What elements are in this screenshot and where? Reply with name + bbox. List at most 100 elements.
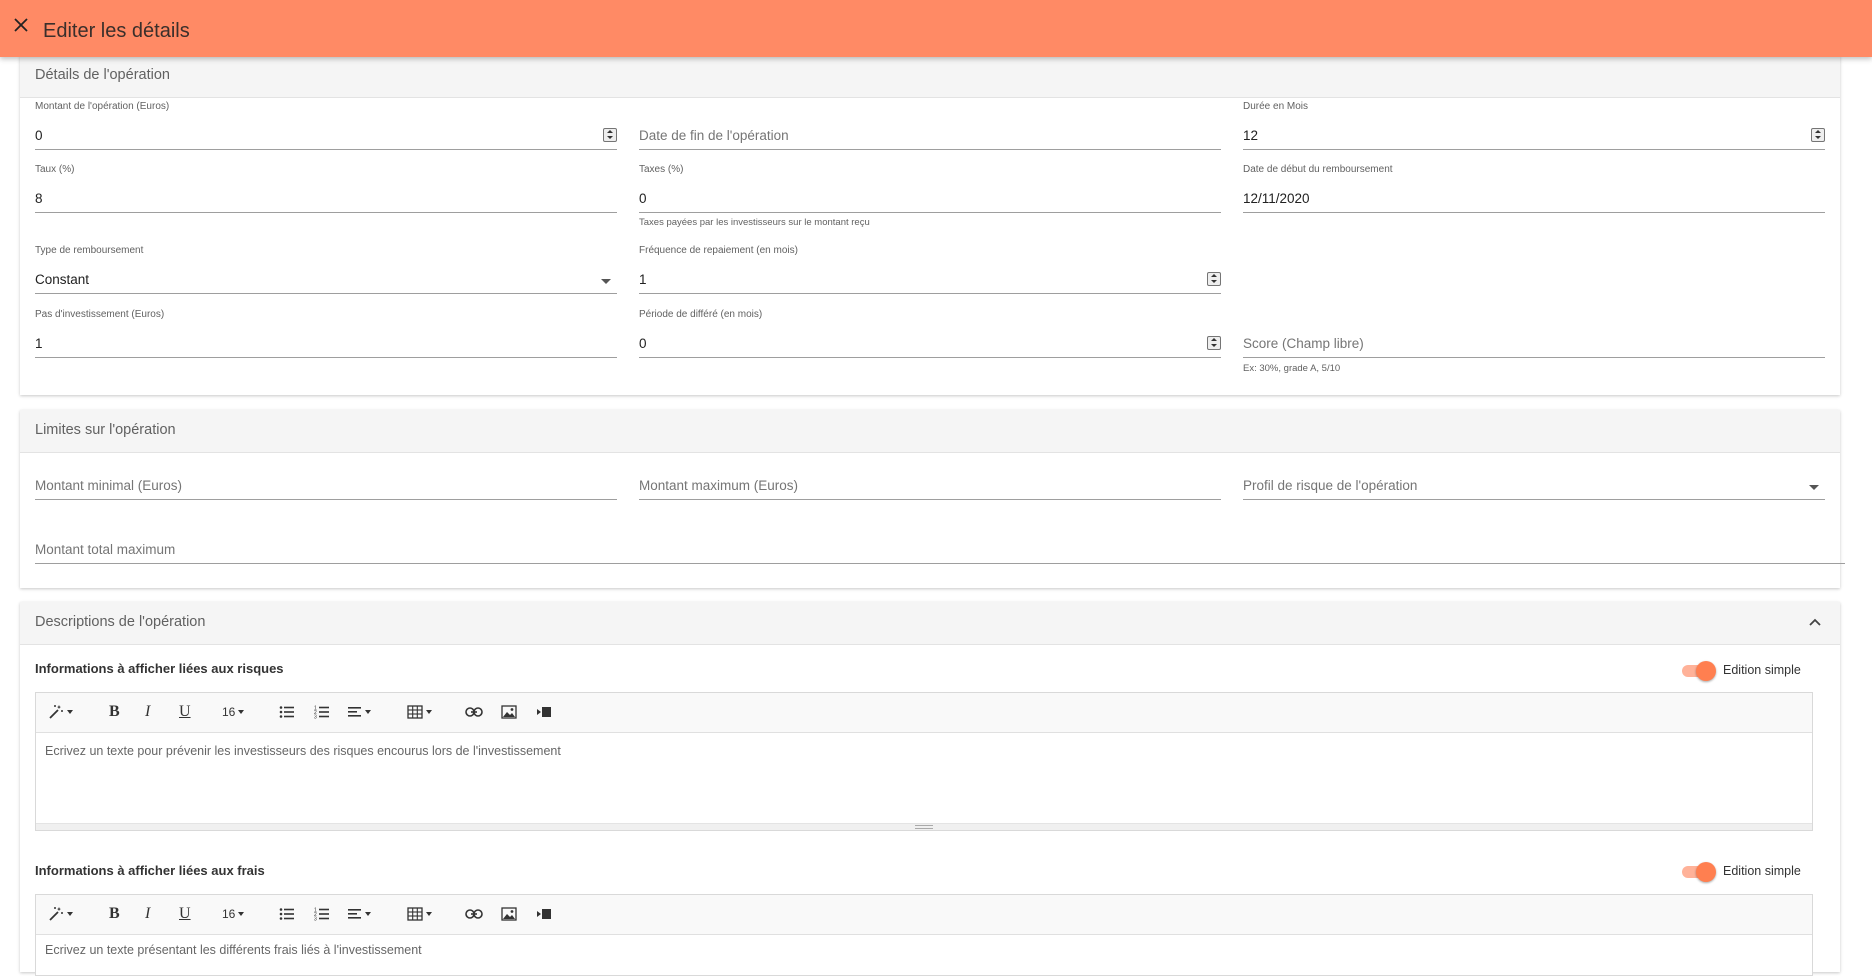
frais-editor: B I U 16 123 Ecrivez un texte présentant… (35, 894, 1813, 976)
risques-editor-resize-handle[interactable] (36, 823, 1812, 830)
magic-wand-icon[interactable] (48, 904, 73, 924)
periode-value: 0 (639, 336, 647, 351)
details-panel-header: Détails de l'opération (20, 55, 1840, 98)
profil-risque-select[interactable]: Profil de risque de l'opération (1243, 472, 1825, 500)
underline-button[interactable]: U (179, 702, 191, 722)
close-icon[interactable] (10, 14, 32, 36)
frais-label: Informations à afficher liées aux frais (35, 863, 265, 878)
details-panel-title: Détails de l'opération (35, 67, 170, 83)
taux-value: 8 (35, 191, 43, 206)
pas-label: Pas d'investissement (Euros) (35, 309, 165, 320)
pas-value: 1 (35, 336, 43, 351)
montant-label: Montant de l'opération (Euros) (35, 101, 170, 112)
bold-button[interactable]: B (109, 702, 120, 722)
taxes-field[interactable]: Taxes (%) 0 (639, 164, 1221, 213)
italic-button[interactable]: I (145, 702, 150, 722)
risques-editor-toolbar: B I U 16 123 (36, 693, 1812, 733)
limites-panel-title: Limites sur l'opération (35, 422, 176, 438)
risques-text-area[interactable]: Ecrivez un texte pour prévenir les inves… (36, 733, 1812, 823)
italic-button[interactable]: I (145, 904, 150, 924)
profil-risque-placeholder: Profil de risque de l'opération (1243, 478, 1418, 493)
montant-maximum-field[interactable]: Montant maximum (Euros) (639, 472, 1221, 500)
chevron-down-icon (1809, 485, 1819, 490)
limites-panel-header: Limites sur l'opération (20, 410, 1840, 453)
type-remboursement-select[interactable]: Type de remboursement Constant (35, 245, 617, 294)
duree-field[interactable]: Durée en Mois 12 (1243, 101, 1825, 150)
taux-label: Taux (%) (35, 164, 75, 175)
font-size-dropdown[interactable]: 16 (222, 904, 245, 924)
frais-editor-toolbar: B I U 16 123 (36, 895, 1812, 935)
frais-edition-toggle[interactable] (1682, 862, 1716, 882)
chevron-up-icon[interactable] (1808, 615, 1822, 629)
risques-editor: B I U 16 123 Ecrivez un texte pour préve… (35, 692, 1813, 831)
taxes-hint: Taxes payées par les investisseurs sur l… (639, 217, 870, 228)
ordered-list-icon[interactable]: 123 (314, 702, 330, 722)
date-fin-placeholder: Date de fin de l'opération (639, 128, 789, 143)
score-placeholder: Score (Champ libre) (1243, 336, 1364, 351)
duree-label: Durée en Mois (1243, 101, 1309, 112)
montant-total-field[interactable]: Montant total maximum (35, 536, 1845, 564)
montant-value: 0 (35, 128, 43, 143)
video-icon[interactable] (536, 904, 552, 924)
dialog-title: Editer les détails (43, 20, 190, 42)
ordered-list-icon[interactable]: 123 (314, 904, 330, 924)
details-panel: Détails de l'opération Montant de l'opér… (20, 55, 1840, 395)
frais-placeholder: Ecrivez un texte présentant les différen… (45, 943, 422, 957)
taxes-value: 0 (639, 191, 647, 206)
periode-label: Période de différé (en mois) (639, 309, 763, 320)
montant-minimal-field[interactable]: Montant minimal (Euros) (35, 472, 617, 500)
chevron-down-icon (601, 279, 611, 284)
frequence-field[interactable]: Fréquence de repaiement (en mois) 1 (639, 245, 1221, 294)
table-dropdown[interactable] (407, 702, 432, 722)
type-remboursement-value: Constant (35, 272, 90, 287)
bold-button[interactable]: B (109, 904, 120, 924)
unordered-list-icon[interactable] (279, 904, 295, 924)
taux-field[interactable]: Taux (%) 8 (35, 164, 617, 213)
date-debut-field[interactable]: Date de début du remboursement 12/11/202… (1243, 164, 1825, 213)
limites-panel: Limites sur l'opération Montant minimal … (20, 410, 1845, 588)
image-icon[interactable] (501, 904, 517, 924)
align-dropdown[interactable] (348, 904, 371, 924)
periode-field[interactable]: Période de différé (en mois) 0 (639, 309, 1221, 358)
unordered-list-icon[interactable] (279, 702, 295, 722)
image-icon[interactable] (501, 702, 517, 722)
date-debut-value: 12/11/2020 (1243, 191, 1310, 206)
montant-minimal-placeholder: Montant minimal (Euros) (35, 478, 183, 493)
svg-text:3: 3 (314, 917, 317, 922)
montant-field[interactable]: Montant de l'opération (Euros) 0 (35, 101, 617, 150)
frais-text-area[interactable]: Ecrivez un texte présentant les différen… (36, 935, 1812, 975)
type-remboursement-label: Type de remboursement (35, 245, 144, 256)
montant-stepper[interactable] (603, 128, 617, 142)
descriptions-panel: Descriptions de l'opération Informations… (20, 602, 1840, 976)
descriptions-panel-header[interactable]: Descriptions de l'opération (20, 602, 1840, 645)
svg-text:3: 3 (314, 715, 317, 720)
frequence-stepper[interactable] (1207, 272, 1221, 286)
risques-edition-toggle[interactable] (1682, 661, 1716, 681)
taxes-label: Taxes (%) (639, 164, 684, 175)
montant-maximum-placeholder: Montant maximum (Euros) (639, 478, 799, 493)
risques-placeholder: Ecrivez un texte pour prévenir les inves… (45, 744, 561, 758)
pas-field[interactable]: Pas d'investissement (Euros) 1 (35, 309, 617, 358)
frais-toggle-label: Edition simple (1723, 864, 1801, 878)
underline-button[interactable]: U (179, 904, 191, 924)
score-field[interactable]: Score (Champ libre) (1243, 330, 1825, 358)
duree-stepper[interactable] (1811, 128, 1825, 142)
frequence-value: 1 (639, 272, 647, 287)
dialog-header: Editer les détails (0, 0, 1872, 57)
score-hint: Ex: 30%, grade A, 5/10 (1243, 363, 1341, 374)
date-fin-field[interactable]: Date de fin de l'opération (639, 122, 1221, 150)
duree-value: 12 (1243, 128, 1259, 143)
risques-label: Informations à afficher liées aux risque… (35, 661, 284, 676)
frequence-label: Fréquence de repaiement (en mois) (639, 245, 798, 256)
font-size-dropdown[interactable]: 16 (222, 702, 245, 722)
align-dropdown[interactable] (348, 702, 371, 722)
periode-stepper[interactable] (1207, 336, 1221, 350)
date-debut-label: Date de début du remboursement (1243, 164, 1393, 175)
video-icon[interactable] (536, 702, 552, 722)
link-icon[interactable] (465, 904, 483, 924)
table-dropdown[interactable] (407, 904, 432, 924)
montant-total-placeholder: Montant total maximum (35, 542, 176, 557)
magic-wand-icon[interactable] (48, 702, 73, 722)
link-icon[interactable] (465, 702, 483, 722)
risques-toggle-label: Edition simple (1723, 663, 1801, 677)
